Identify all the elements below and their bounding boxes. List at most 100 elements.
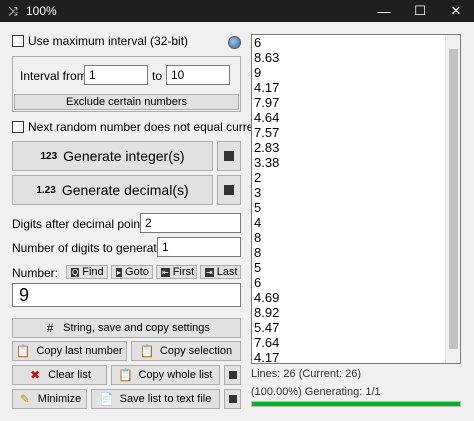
save-list-stop-button[interactable] [224,389,241,409]
copy-whole-stop-button[interactable] [224,365,241,385]
list-item[interactable]: 7.64 [252,335,460,350]
copy-last-button[interactable]: 📋 Copy last number [12,341,127,361]
last-button[interactable]: ⇥ Last [200,265,241,279]
interval-to-input[interactable]: 10 [166,65,230,85]
last-label: Last [216,266,238,278]
generate-decimal-label: Generate decimal(s) [61,182,189,198]
last-icon: ⇥ [205,267,214,277]
not-equal-checkbox[interactable]: Next random number does not equal curren… [12,120,263,134]
document-icon: 📄 [99,392,115,406]
list-item[interactable]: 5 [252,260,460,275]
list-item[interactable]: 7.97 [252,95,460,110]
list-item[interactable]: 2.83 [252,140,460,155]
generate-integer-button[interactable]: 123 Generate integer(s) [12,141,213,171]
list-item[interactable]: 8.63 [252,50,460,65]
save-list-button[interactable]: 📄 Save list to text file [91,389,220,409]
goto-icon: ▸ [116,267,123,277]
stop-icon [224,151,234,161]
number-list-rows: 6 8.63 9 4.17 7.97 4.64 7.57 2.83 3.38 2 3 5 4 8 8 5 6 4.… [252,35,460,363]
hash-doc-icon: # [46,321,54,335]
copy-last-label: Copy last number [36,345,123,357]
generate-decimal-button[interactable]: 1.23 Generate decimal(s) [12,175,213,205]
interval-to-label: to [152,69,163,83]
list-item[interactable]: 5 [252,200,460,215]
generating-status: (100.00%) Generating: 1/1 [251,386,381,398]
list-item[interactable]: 6 [252,275,460,290]
clipboard-icon: 📋 [118,368,133,382]
list-item[interactable]: 4.64 [252,110,460,125]
not-equal-checkbox-box[interactable] [12,121,24,133]
list-item[interactable]: 4.69 [252,290,460,305]
title-bar: ⤨ 100% — ☐ ✕ [0,0,474,22]
search-icon: Q [71,267,80,277]
list-item[interactable]: 4 [252,215,460,230]
copy-whole-button[interactable]: 📋 Copy whole list [111,365,220,385]
max-interval-checkbox-box[interactable] [12,35,24,47]
find-button[interactable]: Q Find [66,265,108,279]
generate-integer-label: Generate integer(s) [63,148,185,164]
goto-button[interactable]: ▸ Goto [111,265,153,279]
max-interval-label: Use maximum interval (32-bit) [28,34,189,48]
decimal-prefix-icon: 1.23 [36,184,56,196]
num-digits-label: Number of digits to generate: [12,241,167,255]
copy-selection-button[interactable]: 📋 Copy selection [131,341,241,361]
list-item[interactable]: 8.92 [252,305,460,320]
first-label: First [172,266,195,278]
number-label: Number: [12,266,59,280]
list-item[interactable]: 4.17 [252,80,460,95]
red-x-icon: ✖ [30,368,41,382]
progress-bar [251,401,461,407]
save-list-label: Save list to text file [119,393,212,405]
progress-bar-fill [252,402,460,406]
stop-icon [228,371,237,379]
copy-whole-label: Copy whole list [138,369,213,381]
not-equal-label: Next random number does not equal curren… [28,120,264,134]
exclude-numbers-button[interactable]: Exclude certain numbers [14,94,239,110]
maximize-window-button[interactable]: ☐ [402,0,438,22]
window-title: 100% [26,4,57,18]
digits-after-input[interactable]: 2 [140,213,241,233]
first-button[interactable]: ⇤ First [156,265,197,279]
digits-after-label: Digits after decimal point: [12,217,147,231]
clear-list-button[interactable]: ✖ Clear list [12,365,107,385]
list-scrollbar-thumb[interactable] [449,49,458,349]
generate-decimal-stop-button[interactable] [217,175,241,205]
find-label: Find [82,266,104,278]
copy-selection-label: Copy selection [159,345,233,357]
max-interval-checkbox[interactable]: Use maximum interval (32-bit) [12,34,188,48]
current-number-display[interactable]: 9 [12,283,241,307]
list-item[interactable]: 3.38 [252,155,460,170]
minimize-label: Minimize [37,393,82,405]
globe-icon[interactable] [228,36,241,49]
stop-icon [224,185,234,195]
list-item[interactable]: 9 [252,65,460,80]
close-window-button[interactable]: ✕ [438,0,474,22]
lines-status: Lines: 26 (Current: 26) [251,368,362,380]
goto-label: Goto [125,266,149,278]
list-item[interactable]: 7.57 [252,125,460,140]
list-item[interactable]: 4.17 [252,350,460,363]
stop-icon [228,395,237,403]
shuffle-icon: ⤨ [8,4,18,18]
minimize-app-icon: ✎ [19,392,30,406]
num-digits-input[interactable]: 1 [157,237,241,257]
minimize-window-button[interactable]: — [366,0,402,22]
clear-list-label: Clear list [48,369,91,381]
number-list[interactable]: 6 8.63 9 4.17 7.97 4.64 7.57 2.83 3.38 2 3 5 4 8 8 5 6 4.… [251,34,461,364]
string-settings-label: String, save and copy settings [63,322,210,334]
string-settings-button[interactable]: # String, save and copy settings [12,318,241,338]
list-item[interactable]: 8 [252,245,460,260]
list-item[interactable]: 8 [252,230,460,245]
clipboard-icon: 📋 [139,344,155,358]
list-scrollbar[interactable] [445,35,460,363]
interval-from-input[interactable]: 1 [84,65,148,85]
generate-integer-stop-button[interactable] [217,141,241,171]
clipboard-icon: 📋 [15,344,31,358]
list-item[interactable]: 3 [252,185,460,200]
minimize-button[interactable]: ✎ Minimize [12,389,87,409]
list-item[interactable]: 2 [252,170,460,185]
list-item[interactable]: 6 [252,35,460,50]
list-item[interactable]: 5.47 [252,320,460,335]
integer-prefix-icon: 123 [40,150,58,162]
interval-from-label: Interval from [20,69,87,83]
